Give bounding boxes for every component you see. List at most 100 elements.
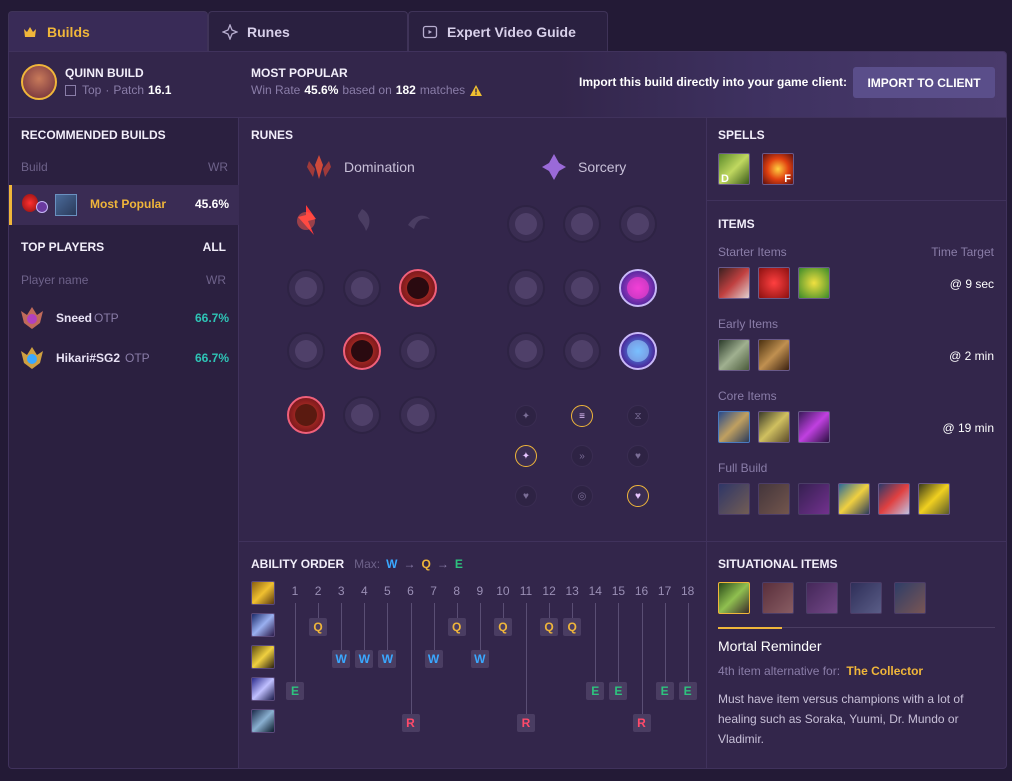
rune-absolute-focus[interactable] — [619, 269, 657, 307]
tab-runes[interactable]: Runes — [208, 11, 408, 51]
rune-electrocute[interactable] — [284, 199, 328, 243]
ghost-spell-icon[interactable]: D — [718, 153, 750, 185]
arrow-icon: → — [436, 557, 449, 571]
secondary-tree-label: Sorcery — [578, 159, 627, 175]
selected-item-name: Mortal Reminder — [718, 638, 822, 654]
stealth-ward-icon[interactable] — [798, 267, 830, 299]
health-potion-icon[interactable] — [758, 267, 790, 299]
rune-nullifying-orb[interactable] — [507, 205, 545, 243]
e-skill-icon — [251, 677, 275, 701]
full-build-item-icon[interactable] — [798, 483, 830, 515]
rune-taste-of-blood[interactable] — [343, 269, 381, 307]
top-players-title: TOP PLAYERS — [21, 240, 105, 254]
shard-health-scaling-icon[interactable]: ♥ — [627, 485, 649, 507]
rune-grisly-mementos[interactable] — [343, 332, 381, 370]
tab-builds-label: Builds — [47, 23, 90, 40]
level-number: 18 — [681, 584, 695, 598]
level-number: 10 — [496, 584, 510, 598]
import-to-client-button[interactable]: IMPORT TO CLIENT — [853, 67, 995, 98]
shard-adaptive-icon[interactable]: ✦ — [515, 405, 537, 427]
most-popular-title: MOST POPULAR — [251, 66, 348, 80]
ability-order-title: ABILITY ORDER — [251, 557, 345, 571]
patch-value: 16.1 — [148, 83, 172, 97]
level-number: 15 — [611, 584, 626, 598]
role-patch: Top · Patch 16.1 — [65, 83, 171, 97]
player-row[interactable]: Sneed OTP 66.7% — [9, 298, 239, 338]
shard-health-scaling-icon[interactable]: ♥ — [627, 445, 649, 467]
tab-builds[interactable]: Builds — [8, 11, 208, 51]
rune-ultimate-hunter[interactable] — [399, 396, 437, 434]
full-build-item-icon[interactable] — [918, 483, 950, 515]
level-number: 7 — [430, 584, 437, 598]
shard-adaptive-icon[interactable]: ✦ — [515, 445, 537, 467]
full-build-item-icon[interactable] — [718, 483, 750, 515]
top-lane-icon — [65, 84, 76, 96]
rune-sudden-impact[interactable] — [399, 269, 437, 307]
full-build-item-icon[interactable] — [838, 483, 870, 515]
build-row-most-popular[interactable]: Most Popular 45.6% — [9, 185, 239, 225]
tab-expert-video-guide[interactable]: Expert Video Guide — [408, 11, 608, 51]
max-third: E — [454, 557, 463, 571]
player-row[interactable]: Hikari#SG2 OTP 66.7% — [9, 338, 239, 378]
situational-item-icon[interactable] — [850, 582, 882, 614]
full-build-item-icon[interactable] — [878, 483, 910, 515]
skill-point-w: W — [470, 650, 489, 668]
q-skill-icon — [251, 613, 275, 637]
full-build-label: Full Build — [718, 461, 768, 475]
rune-hail-of-blades[interactable] — [396, 199, 440, 243]
dorans-blade-icon[interactable] — [718, 267, 750, 299]
rune-waterwalking[interactable] — [563, 332, 601, 370]
shard-attack-speed-icon[interactable]: ≡ — [571, 405, 593, 427]
sparkle-icon — [221, 23, 239, 41]
rune-manaflow-band[interactable] — [563, 205, 601, 243]
rune-treasure-hunter[interactable] — [287, 396, 325, 434]
rune-scorch[interactable] — [507, 332, 545, 370]
skill-point-q: Q — [447, 618, 466, 636]
core-item-icon[interactable] — [798, 411, 830, 443]
build-header: QUINN BUILD Top · Patch 16.1 MOST POPULA… — [9, 52, 1006, 118]
sorcery-tree-icon — [542, 154, 566, 180]
rune-nimbus-cloak[interactable] — [619, 205, 657, 243]
arrow-icon: → — [403, 557, 416, 571]
shard-ability-haste-icon[interactable]: ⧖ — [627, 405, 649, 427]
rune-gathering-storm[interactable] — [619, 332, 657, 370]
rune-dark-harvest[interactable] — [340, 199, 384, 243]
rune-relentless-hunter[interactable] — [343, 396, 381, 434]
rune-celerity[interactable] — [563, 269, 601, 307]
alt-item[interactable]: The Collector — [846, 664, 923, 678]
rune-cheap-shot[interactable] — [287, 269, 325, 307]
level-number: 3 — [337, 584, 345, 598]
sorcery-icon — [36, 201, 48, 213]
build-wr: 45.6% — [194, 197, 229, 211]
skill-point-e: E — [609, 682, 628, 700]
rune-sixth-sense[interactable] — [287, 332, 325, 370]
rune-deep-ward[interactable] — [399, 332, 437, 370]
mortal-reminder-icon[interactable] — [718, 582, 750, 614]
role-label: Top — [82, 83, 102, 97]
runes-title: RUNES — [251, 128, 294, 142]
top-players-all-link[interactable]: ALL — [203, 240, 226, 254]
situational-item-icon[interactable] — [806, 582, 838, 614]
skill-point-w: W — [378, 650, 397, 668]
crown-icon — [21, 23, 39, 41]
core-item-icon[interactable] — [758, 411, 790, 443]
level-number: 9 — [476, 584, 484, 598]
level-number: 16 — [634, 584, 649, 598]
situational-item-icon[interactable] — [762, 582, 794, 614]
divider — [707, 541, 1006, 542]
skill-point-e: E — [655, 682, 674, 700]
level-number: 4 — [360, 584, 368, 598]
core-item-icon[interactable] — [718, 411, 750, 443]
shard-health-icon[interactable]: ♥ — [515, 485, 537, 507]
shard-tenacity-icon[interactable]: ◎ — [571, 485, 593, 507]
situational-item-icon[interactable] — [894, 582, 926, 614]
rune-transcendence[interactable] — [507, 269, 545, 307]
level-guide-line — [295, 603, 296, 691]
shard-move-speed-icon[interactable]: » — [571, 445, 593, 467]
long-sword-icon[interactable] — [718, 339, 750, 371]
dot-separator: · — [105, 83, 110, 97]
full-build-item-icon[interactable] — [758, 483, 790, 515]
boots-icon[interactable] — [758, 339, 790, 371]
skill-point-e: E — [678, 682, 697, 700]
flash-spell-icon[interactable]: F — [762, 153, 794, 185]
